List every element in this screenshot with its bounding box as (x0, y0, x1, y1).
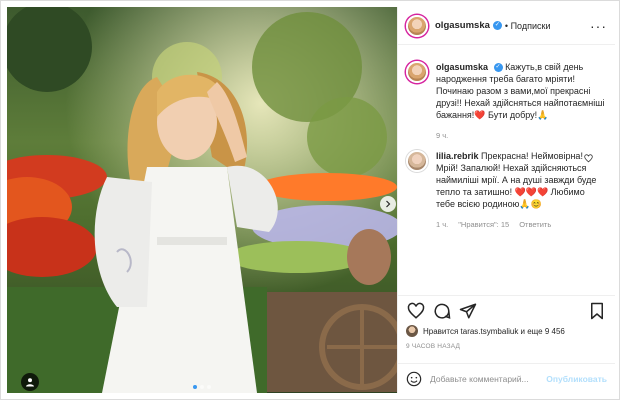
comment-text: lilia.rebrik Прекрасна! Неймовірна! Мрій… (436, 150, 606, 210)
publish-button[interactable]: Опубликовать (546, 374, 607, 384)
post-side-panel: olgasumska ✓ • Подписки ··· olgasumska ✓… (397, 7, 615, 393)
comment-likes[interactable]: "Нравится": 15 (458, 220, 509, 229)
comment-like-icon[interactable] (584, 154, 593, 163)
verified-icon: ✓ (492, 21, 502, 30)
post-timestamp: 9 ЧАСОВ НАЗАД (406, 343, 461, 350)
carousel-dot (200, 385, 204, 389)
caption-time: 9 ч. (436, 131, 449, 140)
caption: olgasumska ✓ Кажуть,в свій день народжен… (406, 61, 607, 140)
post-actions (398, 295, 615, 325)
bookmark-icon (591, 302, 603, 319)
author-avatar[interactable] (406, 14, 428, 37)
instagram-post-modal: olgasumska ✓ • Подписки ··· olgasumska ✓… (0, 0, 620, 400)
liker-avatar[interactable] (406, 325, 418, 337)
user-tag-icon (26, 378, 34, 387)
author-username[interactable]: olgasumska (435, 20, 490, 31)
comment-meta: 1 ч. "Нравится": 15 Ответить (436, 220, 606, 229)
caption-avatar[interactable] (406, 61, 428, 83)
likes-text[interactable]: Нравится taras.tsymbaliuk и еще 9 456 (423, 327, 565, 336)
photo-image (7, 7, 397, 393)
comment-icon (434, 303, 451, 319)
comment-time: 1 ч. (436, 220, 449, 229)
comment-input[interactable]: Добавьте комментарий... (430, 374, 546, 384)
carousel-dot (207, 385, 211, 389)
like-button[interactable] (406, 301, 426, 321)
carousel-dots (193, 385, 211, 389)
comments-list[interactable]: olgasumska ✓ Кажуть,в свій день народжен… (398, 51, 615, 283)
caption-meta: 9 ч. (436, 131, 606, 140)
smile-icon[interactable] (406, 371, 422, 387)
verified-icon: ✓ (493, 63, 503, 73)
user-tag-button[interactable] (21, 373, 39, 391)
post-header: olgasumska ✓ • Подписки ··· (398, 7, 615, 45)
caption-username[interactable]: olgasumska (436, 62, 488, 72)
share-icon (459, 303, 477, 318)
share-button[interactable] (458, 301, 478, 321)
next-photo-button[interactable] (380, 196, 396, 212)
carousel-dot (193, 385, 197, 389)
bookmark-button[interactable] (587, 301, 607, 321)
comment-item: lilia.rebrik Прекрасна! Неймовірна! Мрій… (406, 150, 607, 229)
comment-username[interactable]: lilia.rebrik (436, 151, 479, 161)
more-options-icon[interactable]: ··· (590, 18, 607, 34)
comment-avatar[interactable] (406, 150, 428, 172)
heart-icon (407, 302, 425, 319)
caption-text: olgasumska ✓ Кажуть,в свій день народжен… (436, 61, 606, 121)
follow-status[interactable]: • Подписки (505, 21, 551, 31)
comment-button[interactable] (432, 301, 452, 321)
reply-button[interactable]: Ответить (519, 220, 551, 229)
post-photo[interactable] (7, 7, 397, 393)
add-comment-bar: Добавьте комментарий... Опубликовать (398, 363, 615, 393)
chevron-right-icon (386, 200, 391, 208)
likes-summary[interactable]: Нравится taras.tsymbaliuk и еще 9 456 (406, 325, 607, 337)
